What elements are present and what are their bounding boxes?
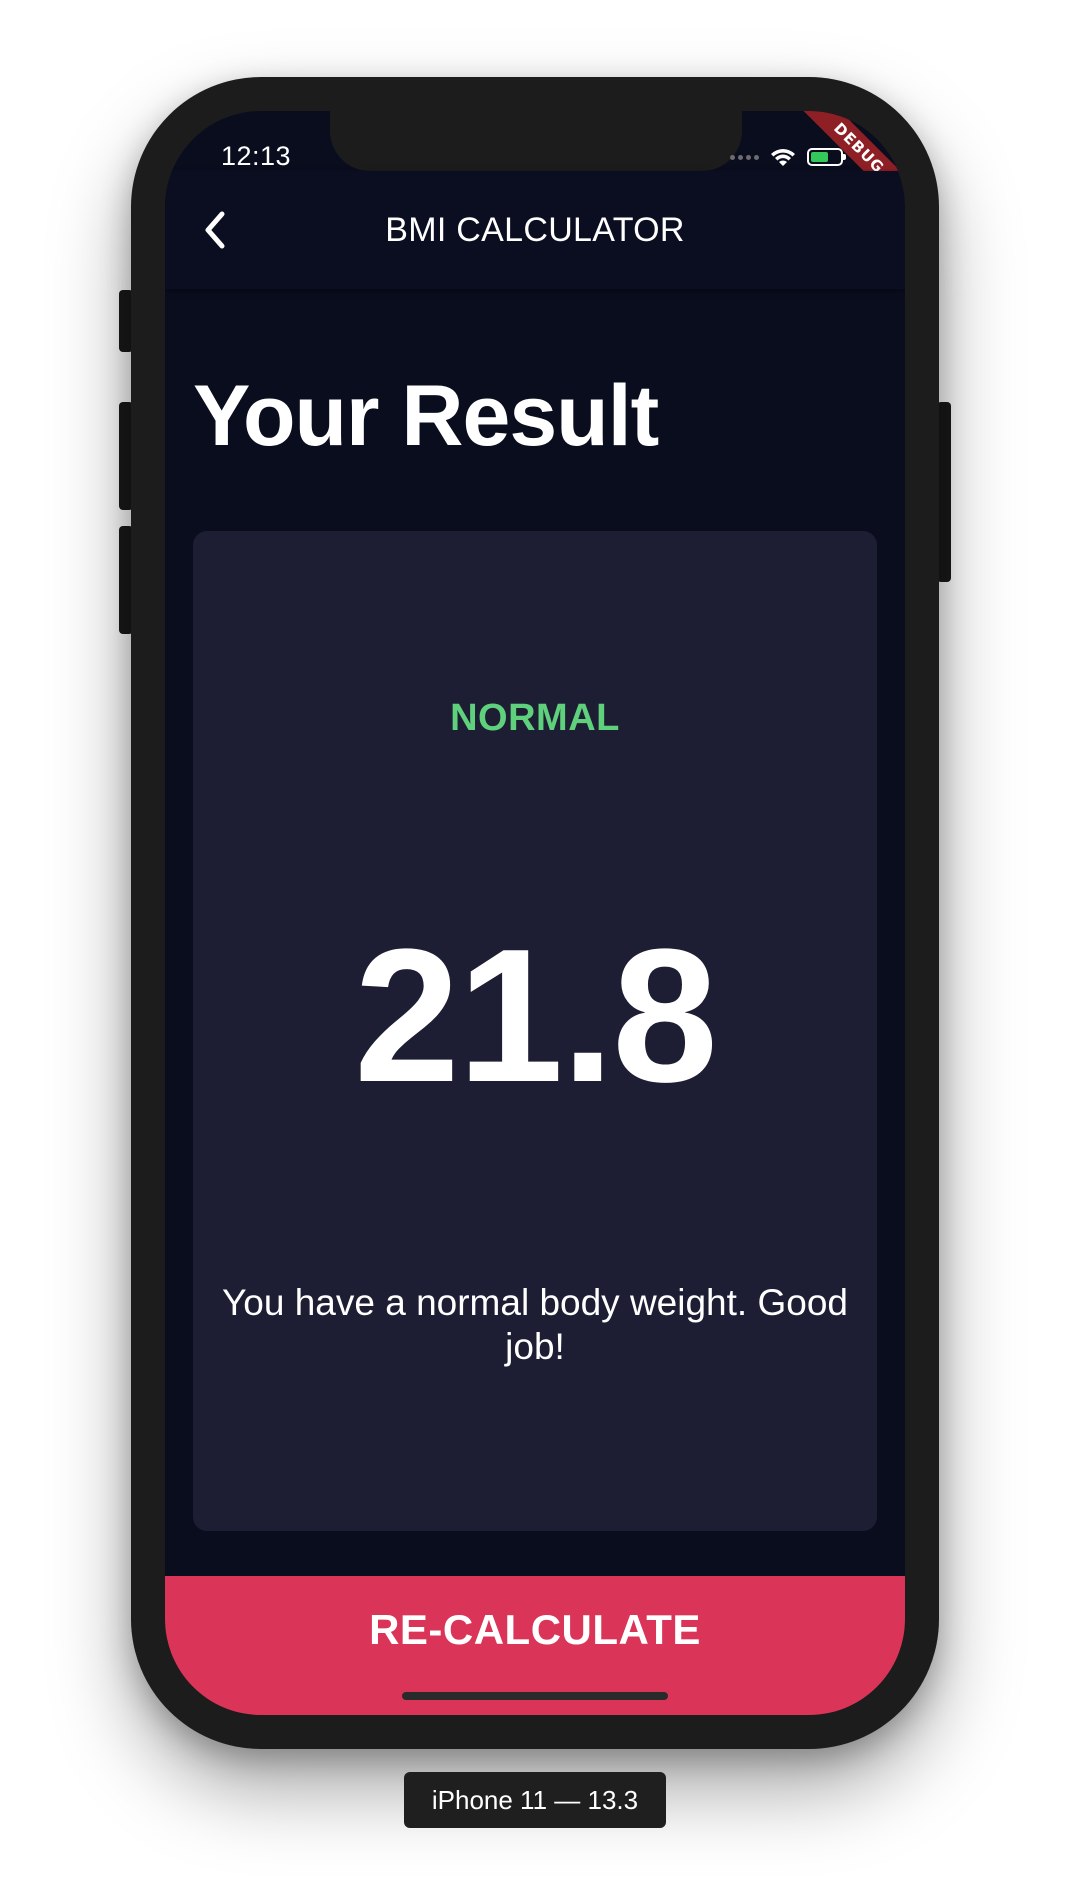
page-title: Your Result — [193, 368, 659, 464]
result-interpretation: You have a normal body weight. Good job! — [221, 1282, 848, 1368]
home-indicator[interactable] — [402, 1692, 668, 1700]
notch — [330, 111, 742, 171]
cellular-signal-icon — [730, 154, 759, 160]
app-bar-title: BMI CALCULATOR — [385, 211, 685, 249]
result-status: NORMAL — [450, 697, 620, 739]
app-bar: BMI CALCULATOR — [165, 171, 905, 289]
recalculate-label: RE-CALCULATE — [369, 1606, 701, 1653]
status-time: 12:13 — [221, 141, 292, 171]
phone-screen: 12:13 DEBUG BMI CALCULATOR Your Result N… — [165, 111, 905, 1715]
result-card: NORMAL 21.8 You have a normal body weigh… — [193, 531, 877, 1531]
power-button — [937, 402, 951, 582]
device-caption: iPhone 11 — 13.3 — [404, 1772, 666, 1828]
bmi-value: 21.8 — [354, 910, 718, 1122]
simulator-stage: 12:13 DEBUG BMI CALCULATOR Your Result N… — [0, 0, 1070, 1900]
